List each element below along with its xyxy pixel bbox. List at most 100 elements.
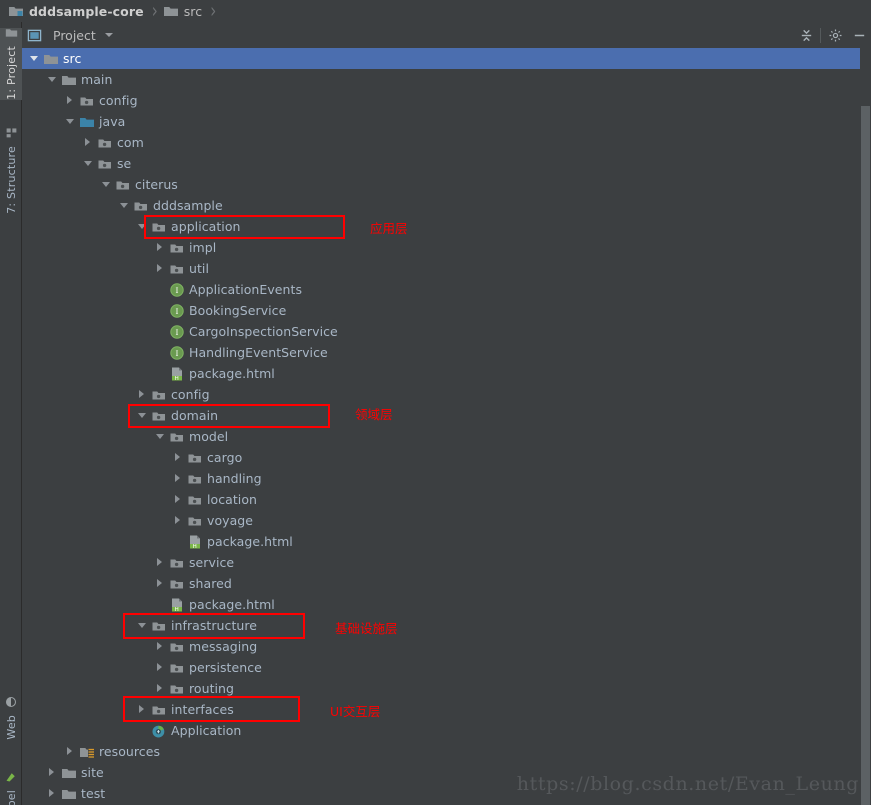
chevron-right-icon[interactable] xyxy=(138,390,147,399)
chevron-right-icon[interactable] xyxy=(174,495,183,504)
chevron-down-icon[interactable] xyxy=(156,432,165,441)
chevron-down-icon[interactable] xyxy=(66,117,75,126)
chevron-right-icon[interactable] xyxy=(66,747,75,756)
chevron-down-icon[interactable] xyxy=(138,621,147,630)
tree-row-infrastructure[interactable]: infrastructure xyxy=(22,615,871,636)
vertical-scrollbar-track[interactable] xyxy=(860,48,871,805)
tool-tab-label: 1: Project xyxy=(4,46,18,100)
tree-row-config[interactable]: config xyxy=(22,384,871,405)
chevron-down-icon[interactable] xyxy=(84,159,93,168)
tree-row-shared[interactable]: shared xyxy=(22,573,871,594)
tree-row-persistence[interactable]: persistence xyxy=(22,657,871,678)
chevron-right-icon[interactable] xyxy=(66,96,75,105)
chevron-right-icon[interactable] xyxy=(138,705,147,714)
hide-panel-button[interactable] xyxy=(847,23,871,47)
tree-row-impl[interactable]: impl xyxy=(22,237,871,258)
tree-row-com[interactable]: com xyxy=(22,132,871,153)
tool-tab-structure[interactable]: 7: Structure xyxy=(0,122,22,214)
chevron-right-icon[interactable] xyxy=(48,768,57,777)
chevron-right-icon[interactable] xyxy=(48,789,57,798)
svg-text:I: I xyxy=(176,349,179,358)
package-icon xyxy=(187,492,203,508)
chevron-down-icon[interactable] xyxy=(104,33,113,37)
tree-row-cargoinspectionservice[interactable]: I CargoInspectionService xyxy=(22,321,871,342)
chevron-right-icon[interactable] xyxy=(156,579,165,588)
tree-row-applicationevents[interactable]: I ApplicationEvents xyxy=(22,279,871,300)
tree-row-util[interactable]: util xyxy=(22,258,871,279)
tree-row-label: package.html xyxy=(207,534,293,549)
folder-icon xyxy=(163,3,179,19)
tree-row-location[interactable]: location xyxy=(22,489,871,510)
chevron-down-icon[interactable] xyxy=(48,75,57,84)
settings-button[interactable] xyxy=(823,23,847,47)
collapse-all-button[interactable] xyxy=(794,23,818,47)
tree-row-routing[interactable]: routing xyxy=(22,678,871,699)
tree-row-main[interactable]: main xyxy=(22,69,871,90)
tree-row-label: domain xyxy=(171,408,219,423)
breadcrumb-item-dddsample-core[interactable]: dddsample-core xyxy=(8,0,144,22)
chevron-right-icon[interactable] xyxy=(156,663,165,672)
tree-row-package-html[interactable]: Hpackage.html xyxy=(22,531,871,552)
breadcrumb-item-src[interactable]: src xyxy=(163,0,203,22)
chevron-right-icon[interactable] xyxy=(174,516,183,525)
chevron-down-icon[interactable] xyxy=(138,411,147,420)
chevron-right-icon[interactable] xyxy=(156,642,165,651)
tree-row-label: impl xyxy=(189,240,217,255)
chevron-right-icon[interactable] xyxy=(156,243,165,252)
tree-row-messaging[interactable]: messaging xyxy=(22,636,871,657)
tree-row-dddsample[interactable]: dddsample xyxy=(22,195,871,216)
package-icon xyxy=(169,555,185,571)
chevron-right-icon[interactable] xyxy=(156,684,165,693)
tree-row-handling[interactable]: handling xyxy=(22,468,871,489)
tree-row-interfaces[interactable]: interfaces xyxy=(22,699,871,720)
tree-row-model[interactable]: model xyxy=(22,426,871,447)
tree-row-application[interactable]: application xyxy=(22,216,871,237)
tree-row-application[interactable]: Application xyxy=(22,720,871,741)
tree-row-handlingeventservice[interactable]: I HandlingEventService xyxy=(22,342,871,363)
chevron-down-icon[interactable] xyxy=(102,180,111,189)
tree-row-label: util xyxy=(189,261,209,276)
tree-row-bookingservice[interactable]: I BookingService xyxy=(22,300,871,321)
project-tree[interactable]: src main config java com se citerus dddsample ap… xyxy=(22,48,871,805)
tree-row-domain[interactable]: domain xyxy=(22,405,871,426)
chevron-right-icon[interactable] xyxy=(84,138,93,147)
tree-row-resources[interactable]: resources xyxy=(22,741,871,762)
tree-row-package-html[interactable]: Hpackage.html xyxy=(22,363,871,384)
tree-row-service[interactable]: service xyxy=(22,552,871,573)
chevron-right-icon[interactable] xyxy=(156,264,165,273)
chevron-right-icon[interactable] xyxy=(156,558,165,567)
chevron-right-icon[interactable] xyxy=(174,474,183,483)
tree-row-java[interactable]: java xyxy=(22,111,871,132)
tool-tab-project[interactable]: 1: Project xyxy=(0,28,22,100)
tree-row-label: messaging xyxy=(189,639,258,654)
tree-row-label: dddsample xyxy=(153,198,223,213)
package-icon xyxy=(151,618,167,634)
domain-layer-label: 领域层 xyxy=(355,407,393,422)
tree-row-package-html[interactable]: Hpackage.html xyxy=(22,594,871,615)
interface-icon: I xyxy=(169,303,185,319)
tree-row-label: package.html xyxy=(189,366,275,381)
tree-row-config[interactable]: config xyxy=(22,90,871,111)
tree-row-citerus[interactable]: citerus xyxy=(22,174,871,195)
tree-row-label: BookingService xyxy=(189,303,287,318)
tree-row-se[interactable]: se xyxy=(22,153,871,174)
tree-row-label: HandlingEventService xyxy=(189,345,328,360)
chevron-right-icon[interactable] xyxy=(174,453,183,462)
chevron-down-icon[interactable] xyxy=(120,201,129,210)
chevron-down-icon[interactable] xyxy=(30,54,39,63)
tool-tab-jrebel[interactable]: JRebel xyxy=(0,767,22,805)
package-icon xyxy=(169,660,185,676)
vertical-scrollbar-thumb[interactable] xyxy=(861,106,870,805)
breadcrumb-item-label: src xyxy=(183,3,203,19)
breadcrumb: dddsample-core › src › xyxy=(0,0,871,22)
folder-icon xyxy=(61,765,77,781)
tree-row-src[interactable]: src xyxy=(22,48,871,69)
tree-row-label: config xyxy=(171,387,210,402)
tree-row-voyage[interactable]: voyage xyxy=(22,510,871,531)
tree-row-cargo[interactable]: cargo xyxy=(22,447,871,468)
chevron-down-icon[interactable] xyxy=(138,222,147,231)
tool-tab-web[interactable]: Web xyxy=(0,682,22,740)
